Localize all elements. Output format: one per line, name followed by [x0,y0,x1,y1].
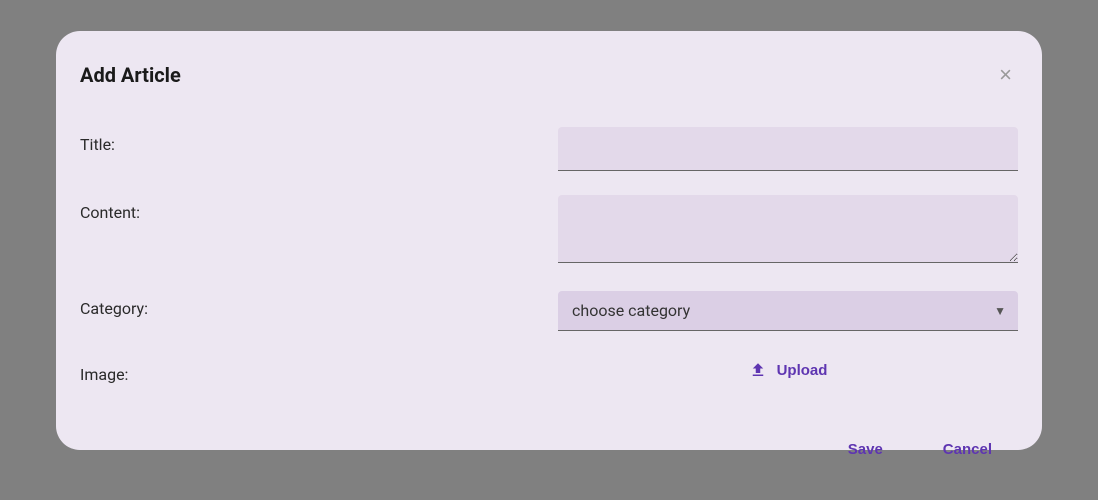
add-article-modal: Add Article × Title: Content: Category: … [56,31,1042,450]
title-label: Title: [80,127,558,154]
title-input[interactable] [558,127,1018,171]
category-row: Category: choose category ▼ [80,291,1018,331]
content-label: Content: [80,195,558,222]
upload-label: Upload [777,362,828,379]
upload-button[interactable]: Upload [739,355,838,385]
category-select[interactable]: choose category [558,291,1018,331]
category-control: choose category ▼ [558,291,1018,331]
image-control: Upload [558,355,1018,385]
modal-header: Add Article × [80,63,1018,87]
upload-icon [749,361,767,379]
close-button[interactable]: × [993,64,1018,86]
title-row: Title: [80,127,1018,171]
content-textarea[interactable] [558,195,1018,263]
category-label: Category: [80,291,558,318]
close-icon: × [999,62,1012,87]
image-row: Image: Upload [80,355,1018,385]
save-button[interactable]: Save [838,433,893,466]
title-control [558,127,1018,171]
image-label: Image: [80,357,558,384]
cancel-button[interactable]: Cancel [933,433,1002,466]
modal-title: Add Article [80,63,181,87]
content-control [558,195,1018,267]
content-row: Content: [80,195,1018,267]
category-select-wrapper: choose category ▼ [558,291,1018,331]
modal-footer: Save Cancel [80,433,1018,466]
